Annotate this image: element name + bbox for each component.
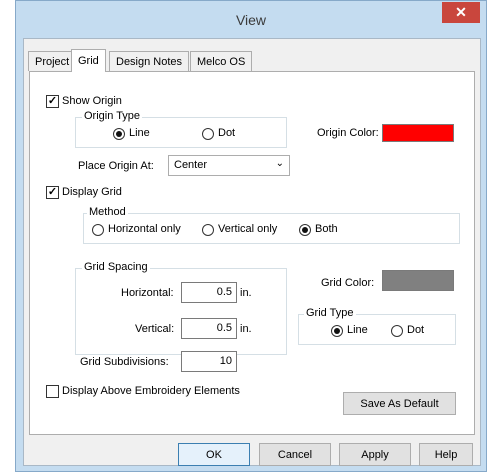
- help-button[interactable]: Help: [419, 443, 473, 466]
- origin-color-label: Origin Color:: [317, 127, 379, 139]
- tab-melco-os[interactable]: Melco OS: [190, 51, 253, 71]
- place-origin-value: Center: [174, 159, 208, 171]
- tab-grid[interactable]: Grid: [71, 49, 106, 72]
- display-grid-label: Display Grid: [62, 186, 122, 198]
- save-as-default-label: Save As Default: [360, 397, 439, 410]
- vertical-spacing-label: Vertical:: [135, 323, 175, 335]
- grid-spacing-group-label: Grid Spacing: [82, 261, 150, 273]
- method-horizontal-only-radio[interactable]: [92, 224, 104, 236]
- ok-label: OK: [206, 448, 222, 461]
- method-both-label: Both: [315, 223, 338, 235]
- grid-type-dot-radio[interactable]: [391, 325, 403, 337]
- method-horizontal-only-label: Horizontal only: [108, 223, 181, 235]
- horizontal-spacing-input[interactable]: 0.5: [181, 282, 237, 303]
- cancel-button[interactable]: Cancel: [259, 443, 331, 466]
- tab-label: Melco OS: [197, 55, 246, 68]
- origin-color-swatch[interactable]: [382, 124, 454, 142]
- cancel-label: Cancel: [277, 448, 313, 461]
- tab-design-notes[interactable]: Design Notes: [109, 51, 190, 71]
- origin-type-dot-label: Dot: [218, 127, 236, 139]
- grid-subdivisions-label: Grid Subdivisions:: [80, 356, 169, 368]
- vertical-spacing-input[interactable]: 0.5: [181, 318, 237, 339]
- tab-label: Design Notes: [116, 55, 183, 68]
- dialog-client-area: Project Grid Design Notes Melco OS ✓ Sho…: [23, 38, 481, 466]
- place-origin-label: Place Origin At:: [78, 160, 154, 172]
- method-vertical-only-label: Vertical only: [218, 223, 278, 235]
- grid-tab-panel: ✓ Show Origin Origin Type Line Dot Origi…: [29, 71, 475, 435]
- window-title: View: [235, 12, 267, 28]
- grid-color-label: Grid Color:: [321, 277, 375, 289]
- place-origin-select[interactable]: Center ⌄: [168, 155, 290, 176]
- save-as-default-button[interactable]: Save As Default: [343, 392, 456, 415]
- show-origin-checkbox[interactable]: ✓: [46, 95, 59, 108]
- apply-button[interactable]: Apply: [339, 443, 411, 466]
- chevron-down-icon: ⌄: [275, 158, 284, 169]
- origin-type-group-label: Origin Type: [82, 110, 143, 122]
- view-dialog: View ✕ Project Grid Design Notes Melco O…: [15, 0, 487, 472]
- horizontal-spacing-unit: in.: [240, 287, 252, 299]
- tab-label: Grid: [78, 55, 99, 67]
- show-origin-label: Show Origin: [62, 95, 122, 107]
- apply-label: Apply: [361, 448, 389, 461]
- display-above-embroidery-checkbox[interactable]: [46, 385, 59, 398]
- grid-color-swatch[interactable]: [382, 270, 454, 291]
- ok-button[interactable]: OK: [178, 443, 250, 466]
- horizontal-spacing-label: Horizontal:: [121, 287, 174, 299]
- method-vertical-only-radio[interactable]: [202, 224, 214, 236]
- grid-type-line-radio[interactable]: [331, 325, 343, 337]
- tab-project[interactable]: Project: [28, 51, 77, 71]
- close-icon: ✕: [455, 4, 467, 20]
- display-above-embroidery-label: Display Above Embroidery Elements: [62, 385, 240, 397]
- display-grid-checkbox[interactable]: ✓: [46, 186, 59, 199]
- vertical-spacing-unit: in.: [240, 323, 252, 335]
- origin-type-dot-radio[interactable]: [202, 128, 214, 140]
- grid-type-dot-label: Dot: [407, 324, 425, 336]
- grid-type-group-label: Grid Type: [304, 307, 356, 319]
- check-icon: ✓: [47, 95, 58, 107]
- check-icon: ✓: [47, 186, 58, 198]
- origin-type-line-radio[interactable]: [113, 128, 125, 140]
- method-both-radio[interactable]: [299, 224, 311, 236]
- title-bar[interactable]: View ✕: [16, 1, 486, 39]
- tab-label: Project: [35, 55, 70, 68]
- grid-type-line-label: Line: [347, 324, 368, 336]
- origin-type-line-label: Line: [129, 127, 150, 139]
- grid-subdivisions-input[interactable]: 10: [181, 351, 237, 372]
- help-label: Help: [434, 448, 458, 461]
- close-button[interactable]: ✕: [442, 2, 480, 23]
- method-group-label: Method: [87, 206, 128, 218]
